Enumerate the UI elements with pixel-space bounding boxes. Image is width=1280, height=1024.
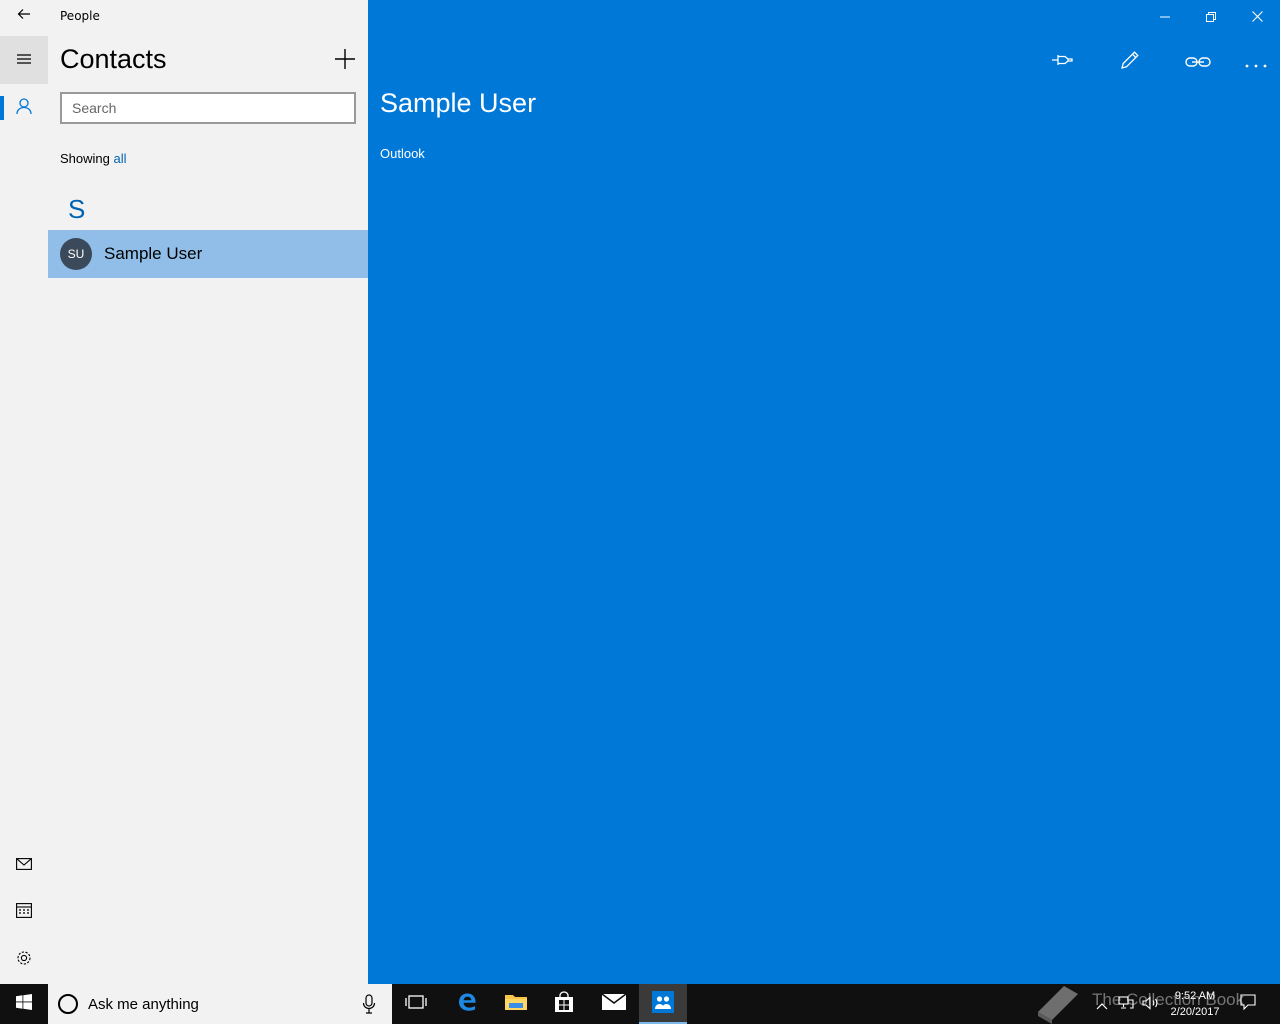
contact-detail-name: Sample User (380, 88, 537, 118)
store-icon (553, 991, 575, 1017)
link-contacts-button[interactable] (1178, 42, 1218, 82)
windows-logo-icon (16, 994, 32, 1014)
restore-button[interactable] (1188, 0, 1234, 32)
edge-icon (456, 991, 478, 1017)
system-clock[interactable]: 9:52 AM 2/20/2017 (1164, 988, 1226, 1020)
cortana-search-text: Ask me anything (88, 995, 199, 1013)
hamburger-menu-button[interactable] (0, 36, 48, 84)
show-hidden-icons-button[interactable] (1090, 984, 1114, 1024)
link-icon (1185, 53, 1211, 72)
microphone-icon[interactable] (362, 994, 376, 1018)
network-tray-button[interactable] (1114, 984, 1138, 1024)
search-input[interactable] (60, 92, 356, 124)
clock-time: 9:52 AM (1174, 990, 1216, 1002)
page-title: Contacts (60, 44, 167, 74)
filter-link[interactable]: all (114, 151, 127, 166)
add-contact-button[interactable] (330, 46, 360, 76)
close-button[interactable] (1234, 0, 1280, 32)
edge-taskbar-button[interactable] (443, 984, 491, 1024)
back-arrow-icon (16, 6, 32, 26)
person-icon (15, 97, 33, 119)
pin-to-start-button[interactable] (1042, 42, 1082, 82)
hamburger-icon (16, 51, 32, 70)
edit-pencil-icon (1120, 50, 1140, 74)
calendar-icon (16, 902, 32, 922)
gear-icon (16, 950, 32, 970)
more-icon (1245, 53, 1267, 72)
contact-detail-pane: Sample User Outlook (368, 0, 1280, 984)
avatar: SU (60, 238, 92, 270)
notification-icon (1240, 994, 1256, 1014)
clock-date: 2/20/2017 (1170, 1006, 1220, 1018)
action-center-button[interactable] (1234, 984, 1262, 1024)
people-taskbar-button[interactable] (639, 984, 687, 1024)
cortana-icon (58, 994, 78, 1014)
store-taskbar-button[interactable] (540, 984, 588, 1024)
showing-label: Showing (60, 151, 110, 166)
start-button[interactable] (0, 984, 48, 1024)
group-header-letter[interactable]: S (68, 194, 85, 225)
navigation-rail (0, 0, 48, 984)
cortana-search-box[interactable]: Ask me anything (48, 984, 392, 1024)
file-explorer-taskbar-button[interactable] (492, 984, 540, 1024)
file-explorer-icon (504, 992, 528, 1016)
close-icon (1251, 7, 1263, 26)
more-options-button[interactable] (1236, 42, 1276, 82)
contact-source-link[interactable]: Outlook (380, 146, 425, 161)
network-icon (1118, 995, 1134, 1014)
app-title: People (60, 9, 100, 23)
mail-taskbar-button[interactable] (590, 984, 638, 1024)
volume-tray-button[interactable] (1138, 984, 1164, 1024)
pin-icon (1051, 52, 1073, 72)
mail-icon (16, 855, 32, 874)
filter-status: Showing all (60, 151, 127, 166)
contact-list-item[interactable]: SU Sample User (48, 230, 368, 278)
task-view-icon (405, 994, 427, 1014)
plus-icon (334, 48, 356, 74)
nav-settings[interactable] (0, 936, 48, 984)
mail-icon (601, 993, 627, 1015)
nav-mail[interactable] (0, 840, 48, 888)
speaker-icon (1142, 995, 1160, 1014)
restore-icon (1206, 7, 1216, 26)
minimize-button[interactable] (1142, 0, 1188, 32)
nav-contacts[interactable] (0, 84, 48, 132)
people-icon (651, 990, 675, 1018)
nav-calendar[interactable] (0, 888, 48, 936)
chevron-up-icon (1096, 995, 1108, 1014)
task-view-button[interactable] (392, 984, 440, 1024)
book-watermark-icon (1030, 972, 1086, 1024)
contact-name: Sample User (104, 244, 203, 263)
edit-contact-button[interactable] (1110, 42, 1150, 82)
taskbar: Ask me anything The Collection Book 9:52… (0, 984, 1280, 1024)
back-button[interactable] (0, 0, 48, 32)
minimize-icon (1160, 7, 1170, 26)
contacts-list-pane: People Contacts Showing all S SU Sample … (48, 0, 368, 984)
